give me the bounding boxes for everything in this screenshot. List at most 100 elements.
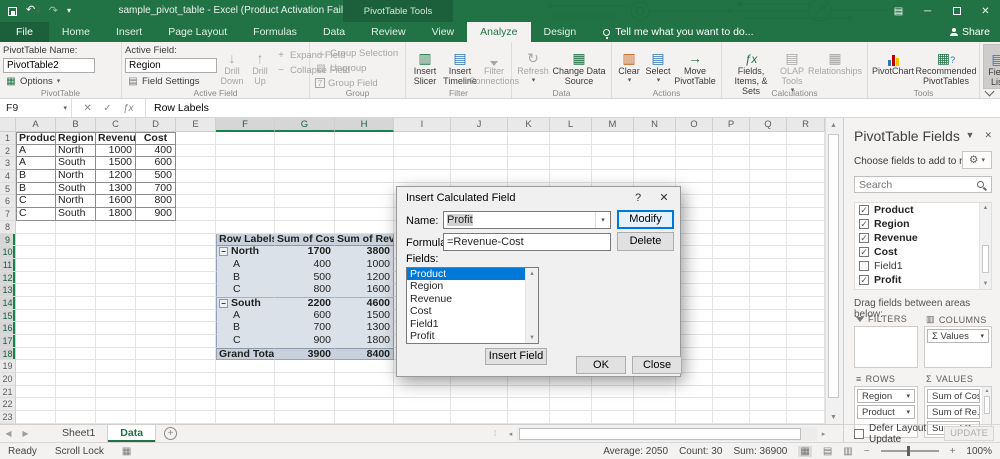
cell-C12[interactable] [96,272,136,285]
cell-O21[interactable] [676,386,713,399]
cell-H6[interactable] [335,195,394,208]
zoom-out-icon[interactable]: − [864,446,870,457]
column-header-G[interactable]: G [275,118,335,132]
cell-C20[interactable] [96,373,136,386]
cell-Q4[interactable] [750,170,787,183]
cell-B13[interactable] [56,284,96,297]
row-header-19[interactable]: 19 [0,360,16,373]
cell-B3[interactable]: South [56,157,96,170]
cell-A3[interactable]: A [16,157,56,170]
insert-function-icon[interactable]: ƒx [123,103,134,114]
cell-N2[interactable] [634,145,676,158]
cell-G11[interactable]: 400 [275,259,335,272]
cell-P13[interactable] [713,284,750,297]
cell-A15[interactable] [16,310,56,323]
cell-A14[interactable] [16,297,56,310]
cell-C23[interactable] [96,411,136,424]
cell-Q21[interactable] [750,386,787,399]
pane-field-field1[interactable]: Field1 [855,259,991,273]
tab-data[interactable]: Data [310,22,358,42]
cell-Q22[interactable] [750,398,787,411]
cell-A20[interactable] [16,373,56,386]
cell-H19[interactable] [335,360,394,373]
cell-E17[interactable] [176,335,216,348]
cell-Q14[interactable] [750,297,787,310]
cell-O16[interactable] [676,322,713,335]
horizontal-scroll-thumb[interactable] [519,428,801,440]
cell-A23[interactable] [16,411,56,424]
cell-J22[interactable] [451,398,508,411]
cell-G1[interactable] [275,132,335,145]
cell-B15[interactable] [56,310,96,323]
cell-F13[interactable]: C [216,284,275,297]
values-chip-sum-of-cost[interactable]: Sum of Cost [927,389,980,403]
scroll-up-icon[interactable]: ▲ [826,118,841,132]
cell-H17[interactable]: 1800 [335,335,394,348]
cell-A1[interactable]: Product [16,132,56,145]
cell-Q3[interactable] [750,157,787,170]
cell-P20[interactable] [713,373,750,386]
cell-A17[interactable] [16,335,56,348]
tab-file[interactable]: File [0,22,49,42]
cell-D4[interactable]: 500 [136,170,176,183]
cell-F17[interactable]: C [216,335,275,348]
cell-K3[interactable] [508,157,550,170]
cell-E10[interactable] [176,246,216,259]
cell-R17[interactable] [787,335,825,348]
tab-insert[interactable]: Insert [103,22,155,42]
row-header-6[interactable]: 6 [0,195,16,208]
column-header-Q[interactable]: Q [750,118,787,132]
cell-B19[interactable] [56,360,96,373]
cell-A7[interactable]: C [16,208,56,221]
cell-D8[interactable] [136,221,176,234]
cell-B4[interactable]: North [56,170,96,183]
cell-C13[interactable] [96,284,136,297]
cell-Q9[interactable] [750,234,787,247]
new-sheet-icon[interactable]: + [164,427,177,440]
cell-R16[interactable] [787,322,825,335]
tab-analyze[interactable]: Analyze [467,22,530,42]
column-header-A[interactable]: A [16,118,56,132]
cell-O12[interactable] [676,272,713,285]
tab-home[interactable]: Home [49,22,103,42]
drill-up-button[interactable]: ↑ Drill Up [247,44,273,87]
cell-O17[interactable] [676,335,713,348]
cell-E11[interactable] [176,259,216,272]
cell-Q13[interactable] [750,284,787,297]
column-header-E[interactable]: E [176,118,216,132]
row-header-1[interactable]: 1 [0,132,16,145]
cell-I2[interactable] [394,145,451,158]
cell-H2[interactable] [335,145,394,158]
pane-field-cost[interactable]: ✓Cost [855,245,991,259]
cell-R3[interactable] [787,157,825,170]
column-header-C[interactable]: C [96,118,136,132]
row-header-22[interactable]: 22 [0,398,16,411]
customize-quick-access-icon[interactable]: ▾ [67,0,71,22]
insert-field-button[interactable]: Insert Field [485,348,547,365]
pivottable-name-input[interactable]: PivotTable2 [3,58,95,73]
scroll-right-icon[interactable]: ▸ [817,427,830,441]
cell-B11[interactable] [56,259,96,272]
cell-B18[interactable] [56,348,96,361]
cell-F5[interactable] [216,183,275,196]
cell-B23[interactable] [56,411,96,424]
cell-C19[interactable] [96,360,136,373]
scroll-left-icon[interactable]: ◂ [504,427,517,441]
scroll-down-icon[interactable]: ▼ [526,332,538,343]
cell-B22[interactable] [56,398,96,411]
cell-C2[interactable]: 1000 [96,145,136,158]
cell-E16[interactable] [176,322,216,335]
cell-O2[interactable] [676,145,713,158]
cell-K4[interactable] [508,170,550,183]
cell-C7[interactable]: 1800 [96,208,136,221]
zoom-level[interactable]: 100% [966,446,992,457]
filter-connections-button[interactable]: Filter Connections [479,44,509,87]
cell-R10[interactable] [787,246,825,259]
cell-P15[interactable] [713,310,750,323]
cell-G3[interactable] [275,157,335,170]
horizontal-scrollbar[interactable]: ◂ ▸ [504,427,830,441]
row-header-8[interactable]: 8 [0,221,16,234]
cell-B6[interactable]: North [56,195,96,208]
cell-B16[interactable] [56,322,96,335]
cell-N3[interactable] [634,157,676,170]
